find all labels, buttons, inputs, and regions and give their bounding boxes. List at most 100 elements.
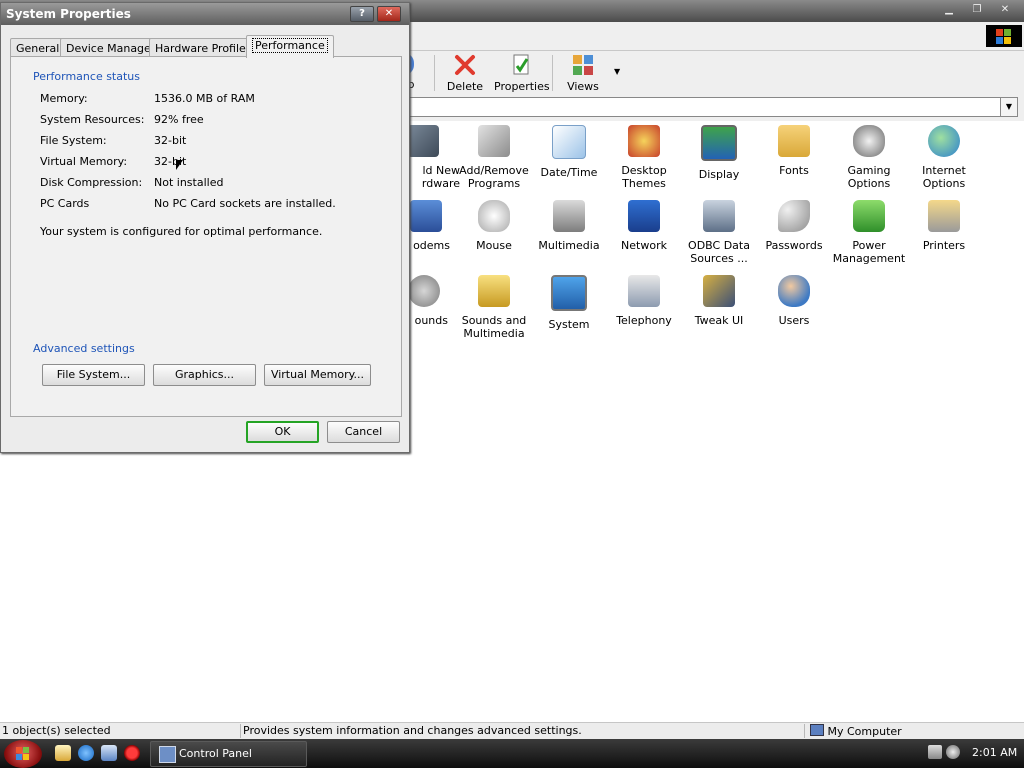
- desktop-themes-icon: [628, 125, 660, 157]
- globe-icon: [928, 125, 960, 157]
- item-label: Add/Remove Programs: [459, 164, 529, 190]
- add-remove-programs-item[interactable]: Add/Remove Programs: [457, 125, 531, 190]
- odbc-icon: [703, 200, 735, 232]
- system-computer-icon: [551, 275, 587, 311]
- file-system-button[interactable]: File System...: [42, 364, 145, 386]
- control-panel-icon: [159, 746, 176, 763]
- virtual-memory-button[interactable]: Virtual Memory...: [264, 364, 371, 386]
- item-label: System: [548, 318, 590, 331]
- help-button[interactable]: ?: [350, 6, 374, 22]
- tab-general[interactable]: General: [10, 38, 66, 58]
- tab-performance[interactable]: Performance: [246, 35, 334, 58]
- monitor-icon: [701, 125, 737, 161]
- views-label: Views: [567, 80, 599, 93]
- item-label: Fonts: [779, 164, 809, 177]
- item-label: Display: [698, 168, 740, 181]
- my-computer-icon: [810, 724, 824, 736]
- item-label: Power Management: [832, 239, 906, 265]
- performance-status-heading: Performance status: [33, 70, 141, 83]
- item-label: Gaming Options: [847, 164, 891, 190]
- views-dropdown-arrow-icon[interactable]: ▼: [614, 67, 620, 76]
- item-label: Sounds and Multimedia: [461, 314, 527, 340]
- network-tray-icon[interactable]: [928, 745, 942, 759]
- item-label: Users: [778, 314, 810, 327]
- status-location-label: My Computer: [827, 725, 902, 738]
- system-properties-dialog: System Properties ? ✕ General Device Man…: [0, 2, 410, 453]
- delete-button[interactable]: Delete: [446, 52, 484, 94]
- status-bar: 1 object(s) selected Provides system inf…: [0, 722, 1024, 739]
- tab-device-manager[interactable]: Device Manager: [60, 38, 162, 58]
- clock[interactable]: 2:01 AM: [972, 746, 1017, 759]
- cancel-button[interactable]: Cancel: [327, 421, 400, 443]
- views-button[interactable]: Views: [566, 52, 600, 94]
- ok-button[interactable]: OK: [246, 421, 319, 443]
- delete-x-icon: [453, 53, 477, 77]
- network-item[interactable]: Network: [607, 200, 681, 252]
- telephone-icon: [628, 275, 660, 307]
- system-item[interactable]: System: [532, 275, 606, 331]
- graphics-button[interactable]: Graphics...: [153, 364, 256, 386]
- start-button[interactable]: [4, 740, 42, 768]
- tweak-ui-icon: [703, 275, 735, 307]
- desktop-themes-item[interactable]: Desktop Themes: [607, 125, 681, 190]
- gamepad-icon: [853, 125, 885, 157]
- users-item[interactable]: Users: [757, 275, 831, 327]
- sound-speaker-icon: [478, 275, 510, 307]
- multimedia-item[interactable]: Multimedia: [532, 200, 606, 252]
- windows-logo-icon: [986, 25, 1022, 47]
- power-management-item[interactable]: Power Management: [832, 200, 906, 265]
- close-icon[interactable]: ✕: [996, 3, 1014, 16]
- item-label: Printers: [922, 239, 966, 252]
- item-label: Desktop Themes: [621, 164, 667, 190]
- internet-options-item[interactable]: Internet Options: [907, 125, 981, 190]
- taskbar-control-panel-button[interactable]: Control Panel: [150, 741, 307, 767]
- file-system-value: 32-bit: [154, 134, 187, 147]
- volume-tray-icon[interactable]: [946, 745, 960, 759]
- fonts-item[interactable]: Fonts: [757, 125, 831, 177]
- system-resources-label: System Resources:: [40, 113, 145, 126]
- display-item[interactable]: Display: [682, 125, 756, 181]
- add-hardware-icon: [407, 125, 439, 157]
- odbc-data-sources-item[interactable]: ODBC Data Sources ...: [682, 200, 756, 265]
- virtual-memory-label: Virtual Memory:: [40, 155, 128, 168]
- taskbar: Control Panel 2:01 AM: [0, 739, 1024, 768]
- sounds-and-multimedia-item[interactable]: Sounds and Multimedia: [457, 275, 531, 340]
- item-label: Tweak UI: [694, 314, 744, 327]
- disk-compression-value: Not installed: [154, 176, 224, 189]
- status-description: Provides system information and changes …: [241, 724, 805, 738]
- tab-performance-label: Performance: [252, 38, 328, 53]
- printers-item[interactable]: Printers: [907, 200, 981, 252]
- restore-icon[interactable]: ❐: [968, 3, 986, 16]
- internet-explorer-icon[interactable]: [78, 745, 94, 761]
- add-remove-programs-icon: [478, 125, 510, 157]
- address-dropdown-icon[interactable]: ▼: [1000, 97, 1018, 117]
- memory-value: 1536.0 MB of RAM: [154, 92, 255, 105]
- tab-hardware-profiles[interactable]: Hardware Profiles: [149, 38, 258, 58]
- pc-cards-value: No PC Card sockets are installed.: [154, 197, 336, 210]
- close-button[interactable]: ✕: [377, 6, 401, 22]
- system-resources-value: 92% free: [154, 113, 204, 126]
- minimize-icon[interactable]: ▁: [940, 3, 958, 16]
- pc-cards-label: PC Cards: [40, 197, 90, 210]
- system-tray: 2:01 AM: [920, 739, 1024, 768]
- taskbar-button-label: Control Panel: [179, 747, 252, 760]
- advanced-settings-heading: Advanced settings: [33, 342, 135, 355]
- tweak-ui-item[interactable]: Tweak UI: [682, 275, 756, 327]
- dialog-title: System Properties: [6, 7, 131, 21]
- gaming-options-item[interactable]: Gaming Options: [832, 125, 906, 190]
- properties-button[interactable]: Properties: [494, 52, 550, 94]
- outlook-express-icon[interactable]: [101, 745, 117, 761]
- speaker-icon: [553, 200, 585, 232]
- date-time-item[interactable]: Date/Time: [532, 125, 606, 179]
- dialog-titlebar: System Properties ? ✕: [1, 3, 409, 25]
- telephony-item[interactable]: Telephony: [607, 275, 681, 327]
- printer-icon: [928, 200, 960, 232]
- opera-icon[interactable]: [124, 745, 140, 761]
- passwords-item[interactable]: Passwords: [757, 200, 831, 252]
- disk-compression-label: Disk Compression:: [40, 176, 143, 189]
- item-label: ODBC Data Sources ...: [688, 239, 750, 265]
- notepad-quicklaunch-icon[interactable]: [55, 745, 71, 761]
- item-label: Internet Options: [922, 164, 966, 190]
- modem-icon: [410, 200, 442, 232]
- mouse-item[interactable]: Mouse: [457, 200, 531, 252]
